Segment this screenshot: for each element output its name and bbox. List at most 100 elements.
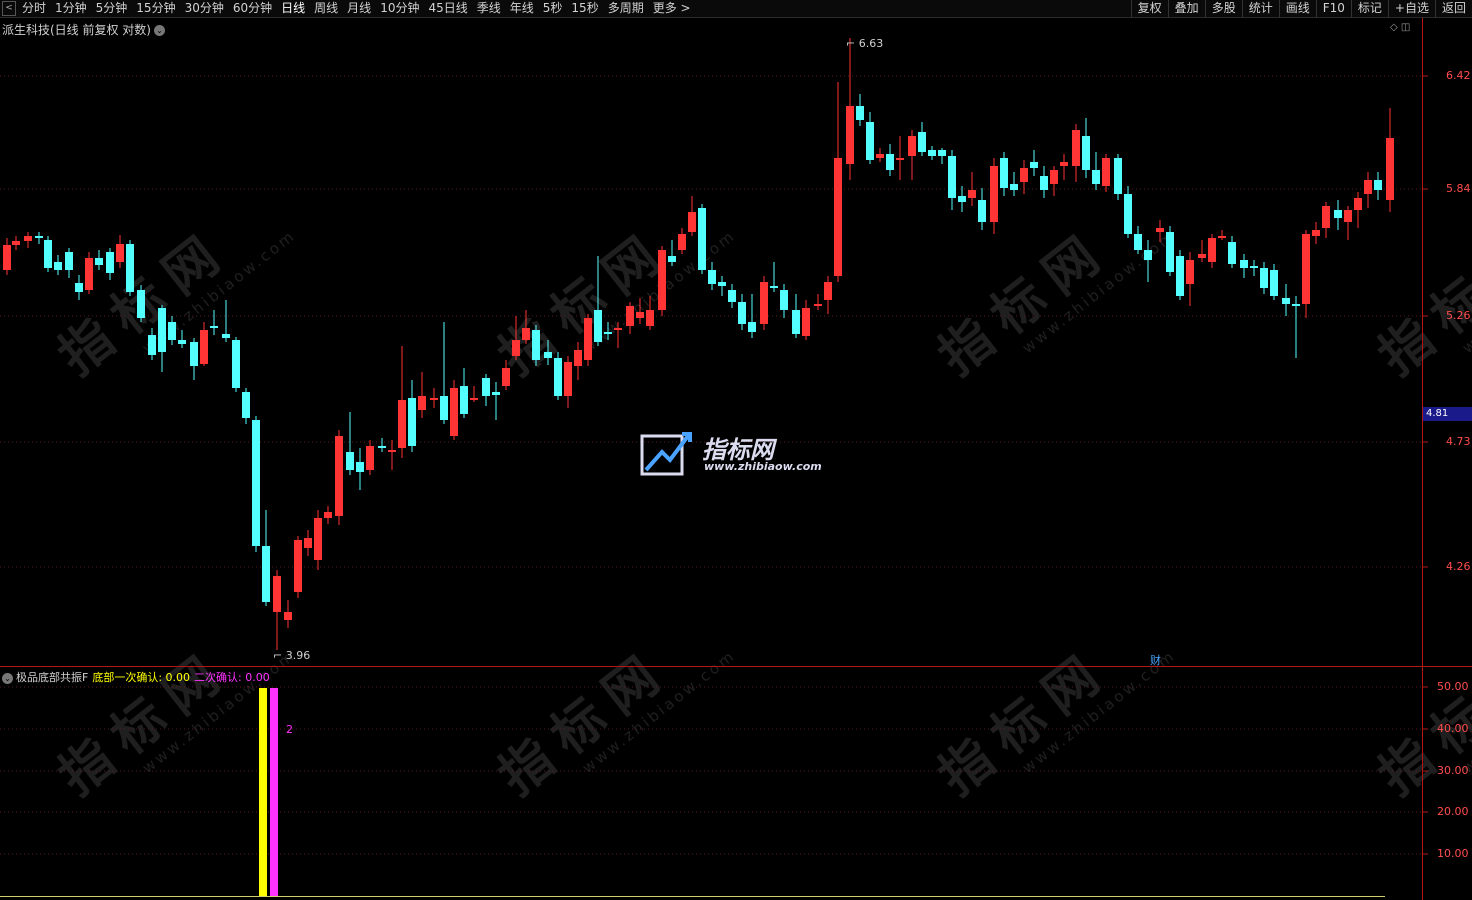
candle[interactable] [378, 438, 386, 452]
candle[interactable] [866, 112, 874, 164]
candle[interactable] [1186, 252, 1194, 306]
candle[interactable] [698, 204, 706, 274]
candle[interactable] [948, 150, 956, 210]
candle[interactable] [190, 338, 198, 380]
candle[interactable] [532, 325, 540, 366]
candle[interactable] [594, 256, 602, 346]
candle[interactable] [824, 276, 832, 314]
candle[interactable] [668, 240, 676, 266]
candle[interactable] [1354, 192, 1362, 228]
candle[interactable] [928, 146, 936, 160]
candle[interactable] [1270, 264, 1278, 300]
candle[interactable] [408, 380, 416, 452]
candle[interactable] [584, 314, 592, 366]
candle[interactable] [1050, 166, 1058, 196]
candle[interactable] [658, 246, 666, 316]
candle[interactable] [1156, 220, 1164, 242]
candle[interactable] [636, 298, 644, 324]
candle[interactable] [388, 440, 396, 470]
candle[interactable] [95, 250, 103, 270]
candle[interactable] [1282, 284, 1290, 316]
candle[interactable] [718, 276, 726, 296]
candle[interactable] [512, 316, 520, 360]
candle[interactable] [137, 285, 145, 322]
candle[interactable] [1020, 160, 1028, 194]
candle[interactable] [324, 506, 332, 524]
candle[interactable] [65, 248, 73, 278]
candle[interactable] [688, 196, 696, 236]
candle[interactable] [646, 296, 654, 330]
candle[interactable] [748, 294, 756, 338]
candle[interactable] [1250, 260, 1258, 276]
candle[interactable] [482, 374, 490, 406]
candle[interactable] [346, 412, 354, 475]
candle[interactable] [75, 275, 83, 300]
candle[interactable] [232, 337, 240, 392]
candle[interactable] [1124, 186, 1132, 238]
candle[interactable] [1322, 202, 1330, 238]
candle[interactable] [450, 380, 458, 440]
candle[interactable] [168, 316, 176, 345]
candle[interactable] [1092, 152, 1100, 190]
candle[interactable] [1072, 124, 1080, 182]
candle[interactable] [273, 570, 281, 650]
candle[interactable] [708, 262, 716, 290]
candle[interactable] [54, 255, 62, 275]
candle[interactable] [470, 386, 478, 402]
candle[interactable] [284, 600, 292, 628]
candle[interactable] [678, 228, 686, 254]
candle[interactable] [1114, 154, 1122, 200]
candle[interactable] [908, 130, 916, 180]
candle[interactable] [1374, 172, 1382, 200]
candle[interactable] [1292, 296, 1300, 358]
candle[interactable] [522, 310, 530, 344]
candle[interactable] [126, 240, 134, 296]
candle[interactable] [574, 342, 582, 380]
candle[interactable] [918, 122, 926, 156]
candle[interactable] [564, 356, 572, 408]
candle[interactable] [398, 346, 406, 458]
financial-report-marker[interactable]: 财 [1150, 652, 1161, 668]
candle[interactable] [770, 262, 778, 292]
candle[interactable] [314, 510, 322, 570]
candle[interactable] [1334, 200, 1342, 230]
candle[interactable] [1040, 166, 1048, 198]
candle[interactable] [335, 430, 343, 525]
candle[interactable] [460, 368, 468, 418]
chevron-down-icon[interactable]: ⌄ [2, 673, 13, 684]
candle[interactable] [85, 252, 93, 294]
candle[interactable] [604, 322, 612, 340]
candle[interactable] [492, 382, 500, 420]
indicator-name[interactable]: 极品底部共振F [16, 671, 88, 684]
candle[interactable] [1144, 240, 1152, 282]
candle[interactable] [1228, 236, 1236, 268]
candle[interactable] [200, 322, 208, 366]
candle[interactable] [262, 510, 270, 606]
candle[interactable] [856, 94, 864, 126]
candle[interactable] [780, 284, 788, 318]
candle[interactable] [1000, 152, 1008, 196]
candle[interactable] [440, 322, 448, 424]
candle[interactable] [1198, 240, 1206, 262]
candle[interactable] [210, 310, 218, 335]
candle[interactable] [738, 294, 746, 330]
candle[interactable] [626, 302, 634, 334]
candle[interactable] [222, 300, 230, 342]
candle[interactable] [252, 416, 260, 552]
candle[interactable] [1208, 234, 1216, 268]
candle[interactable] [1176, 250, 1184, 300]
candle[interactable] [1218, 230, 1226, 240]
candle[interactable] [1030, 150, 1038, 176]
candle[interactable] [802, 300, 810, 340]
candle[interactable] [430, 388, 438, 408]
candle[interactable] [1134, 226, 1142, 254]
candle[interactable] [846, 38, 854, 180]
candle[interactable] [1364, 172, 1372, 208]
candle[interactable] [148, 328, 156, 360]
candle[interactable] [1010, 172, 1018, 196]
candle[interactable] [366, 440, 374, 475]
candle[interactable] [1260, 262, 1268, 294]
candle[interactable] [304, 530, 312, 556]
candle[interactable] [1082, 118, 1090, 178]
candle[interactable] [502, 360, 510, 390]
